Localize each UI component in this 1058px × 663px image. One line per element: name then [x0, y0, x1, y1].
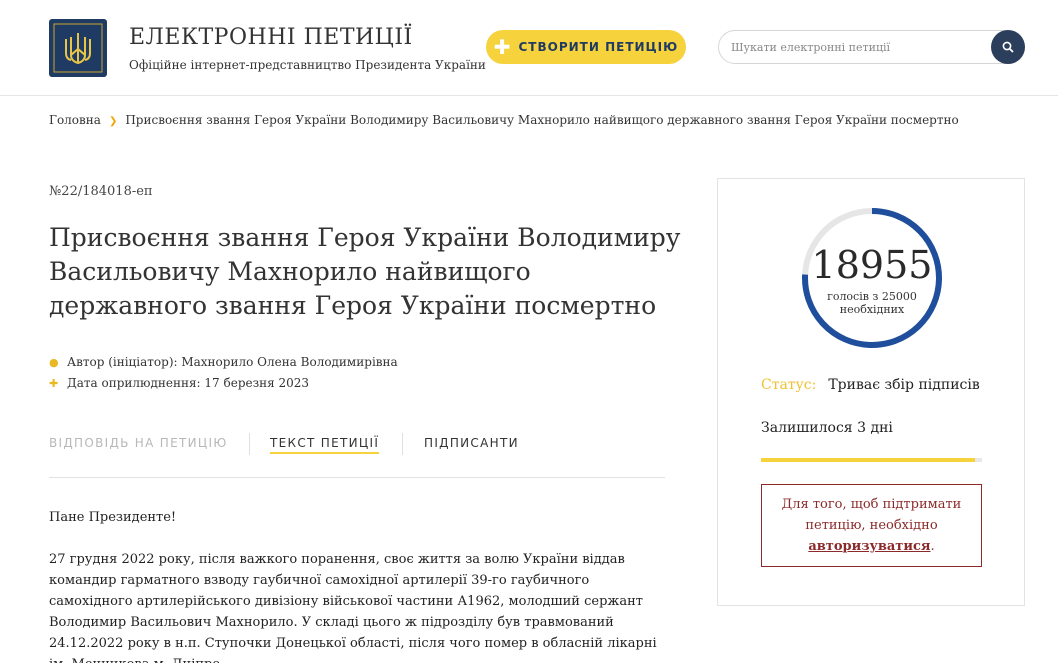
breadcrumb: Головна ❯ Присвоєння звання Героя України …	[49, 113, 959, 127]
vote-counter: 18955 голосів з 25000 необхідних	[797, 203, 947, 353]
create-petition-label: СТВОРИТИ ПЕТИЦІЮ	[518, 40, 679, 54]
tab-signers[interactable]: ПІДПИСАНТИ	[424, 436, 519, 450]
petition-title: Присвоєння звання Героя України Володими…	[49, 223, 681, 320]
author-text: Автор (ініціатор): Махнорило Олена Волод…	[67, 355, 398, 369]
breadcrumb-home-link[interactable]: Головна	[49, 113, 101, 127]
search-button[interactable]	[991, 30, 1025, 64]
time-progress-bar	[761, 458, 982, 462]
auth-notice: Для того, щоб підтримати петицію, необхі…	[761, 484, 982, 567]
auth-text: Для того, щоб підтримати петицію, необхі…	[781, 497, 962, 533]
user-icon: ●	[49, 355, 59, 369]
plus-icon: ✚	[49, 376, 59, 390]
site-header: ЕЛЕКТРОННІ ПЕТИЦІЇ Офіційне інтернет-пре…	[0, 0, 1058, 96]
petition-paragraph: 27 грудня 2022 року, після важкого поран…	[49, 552, 657, 663]
site-subtitle: Офіційне інтернет-представництво Президе…	[129, 58, 486, 72]
date-text: Дата оприлюднення: 17 березня 2023	[67, 376, 310, 390]
petition-number: №22/184018-еп	[49, 184, 153, 199]
search-icon	[1002, 41, 1014, 53]
status-value: Триває збір підписів	[828, 377, 980, 393]
time-progress-fill	[761, 458, 976, 462]
petition-tabs: ВІДПОВІДЬ НА ПЕТИЦІЮ ТЕКСТ ПЕТИЦІЇ ПІДПИ…	[49, 433, 665, 478]
petition-greeting: Пане Президенте!	[49, 510, 177, 525]
vote-goal: голосів з 25000 необхідних	[827, 290, 917, 316]
search-input[interactable]	[731, 38, 981, 56]
tab-divider	[249, 433, 250, 455]
tab-text[interactable]: ТЕКСТ ПЕТИЦІЇ	[270, 436, 380, 454]
breadcrumb-current: Присвоєння звання Героя України Володими…	[125, 113, 959, 127]
login-link[interactable]: авторизуватися	[808, 539, 930, 554]
tab-divider	[402, 433, 403, 455]
auth-end: .	[930, 539, 935, 554]
create-petition-button[interactable]: ✚ СТВОРИТИ ПЕТИЦІЮ	[486, 30, 686, 64]
search-box	[718, 30, 1025, 64]
days-remaining: Залишилося 3 дні	[761, 420, 893, 436]
petition-date: ✚ Дата оприлюднення: 17 березня 2023	[49, 376, 309, 390]
petition-sidebar: 18955 голосів з 25000 необхідних Статус:…	[717, 178, 1025, 606]
petition-body: Пане Президенте! 27 грудня 2022 року, пі…	[49, 507, 669, 663]
chevron-right-icon: ❯	[108, 116, 118, 127]
trident-logo-icon[interactable]	[49, 19, 107, 77]
site-title[interactable]: ЕЛЕКТРОННІ ПЕТИЦІЇ	[129, 25, 413, 50]
petition-author: ● Автор (ініціатор): Махнорило Олена Вол…	[49, 355, 398, 369]
petition-status: Статус: Триває збір підписів	[761, 377, 980, 393]
tab-answer[interactable]: ВІДПОВІДЬ НА ПЕТИЦІЮ	[49, 436, 228, 450]
status-label: Статус:	[761, 377, 817, 393]
plus-icon: ✚	[493, 35, 512, 59]
vote-count: 18955	[811, 243, 933, 287]
